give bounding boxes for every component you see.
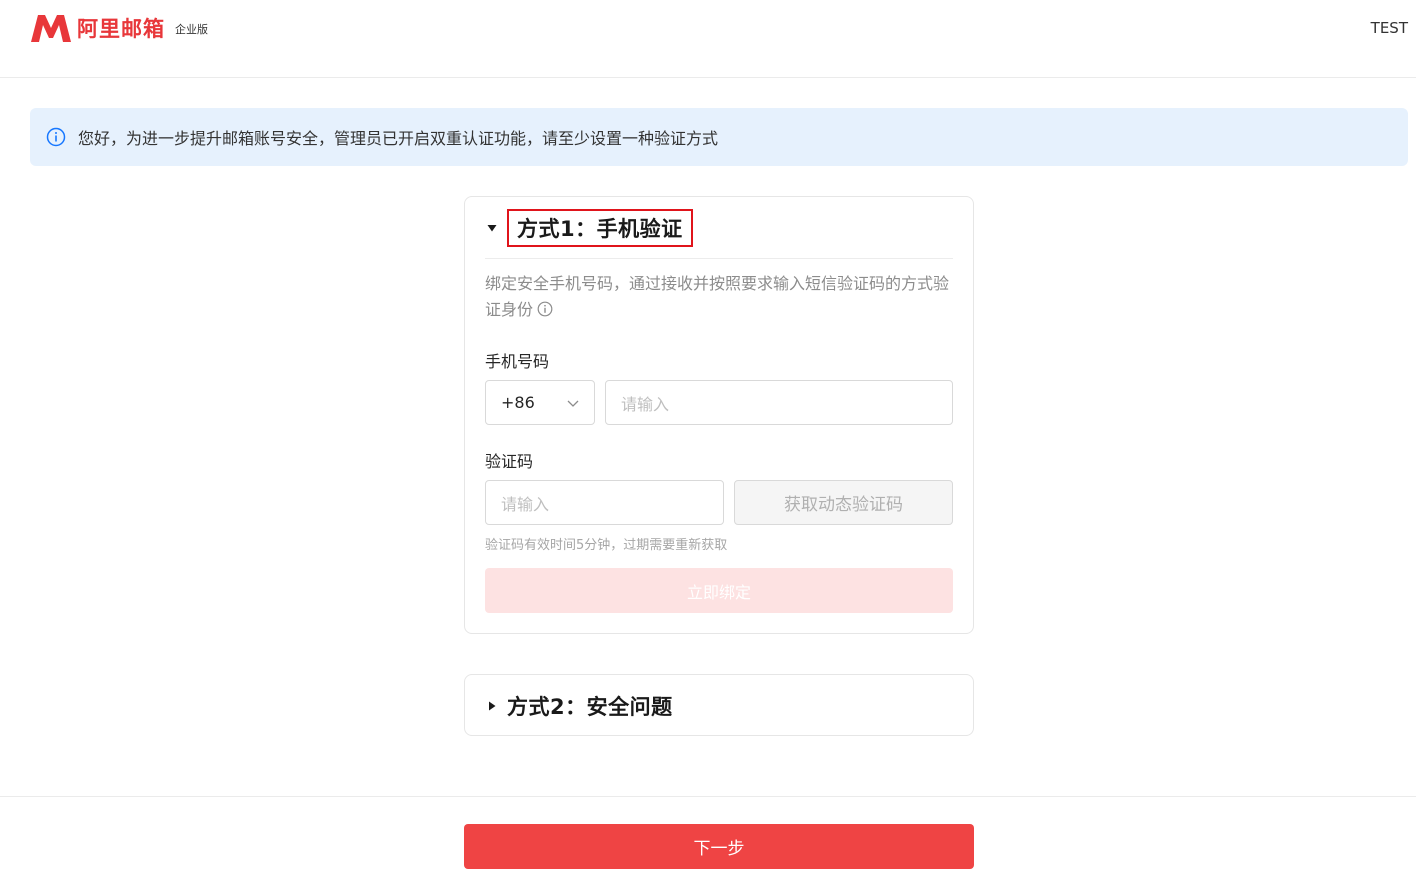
- method1-description: 绑定安全手机号码，通过接收并按照要求输入短信验证码的方式验证身份: [485, 271, 955, 323]
- phone-label: 手机号码: [485, 352, 550, 371]
- footer-divider: [0, 796, 1416, 797]
- info-circle-icon[interactable]: [537, 301, 553, 317]
- top-header: 阿里邮箱 企业版 TEST: [0, 0, 1416, 78]
- bind-now-button[interactable]: 立即绑定: [485, 568, 953, 613]
- brand-name: 阿里邮箱: [77, 17, 165, 41]
- caret-right-icon: [485, 699, 499, 713]
- notice-text: 您好，为进一步提升邮箱账号安全，管理员已开启双重认证功能，请至少设置一种验证方式: [78, 129, 719, 148]
- get-code-button[interactable]: 获取动态验证码: [734, 480, 953, 525]
- method2-panel: 方式2：安全问题: [464, 674, 974, 736]
- chevron-down-icon: [567, 400, 579, 407]
- brand-edition: 企业版: [175, 23, 208, 36]
- brand-logo[interactable]: 阿里邮箱 企业版: [29, 12, 208, 44]
- code-input-placeholder: 请输入: [501, 494, 550, 514]
- info-circle-icon: [46, 127, 66, 147]
- method2-title: 方式2：安全问题: [507, 695, 673, 719]
- country-code-value: +86: [501, 393, 535, 412]
- code-label: 验证码: [485, 452, 534, 471]
- next-step-button[interactable]: 下一步: [464, 824, 974, 869]
- code-hint: 验证码有效时间5分钟，过期需要重新获取: [485, 538, 728, 553]
- method1-description-text: 绑定安全手机号码，通过接收并按照要求输入短信验证码的方式验证身份: [485, 274, 950, 319]
- user-account-name[interactable]: TEST: [1371, 19, 1408, 37]
- method1-header[interactable]: 方式1：手机验证: [485, 197, 953, 259]
- country-code-select[interactable]: +86: [485, 380, 595, 425]
- mail-m-logo-icon: [31, 15, 71, 42]
- phone-input[interactable]: 请输入: [605, 380, 953, 425]
- code-input[interactable]: 请输入: [485, 480, 724, 525]
- security-notice-banner: 您好，为进一步提升邮箱账号安全，管理员已开启双重认证功能，请至少设置一种验证方式: [30, 108, 1408, 166]
- method2-header[interactable]: 方式2：安全问题: [485, 675, 953, 737]
- method1-title: 方式1：手机验证: [507, 208, 693, 247]
- phone-input-placeholder: 请输入: [621, 394, 670, 414]
- caret-down-icon: [485, 221, 499, 235]
